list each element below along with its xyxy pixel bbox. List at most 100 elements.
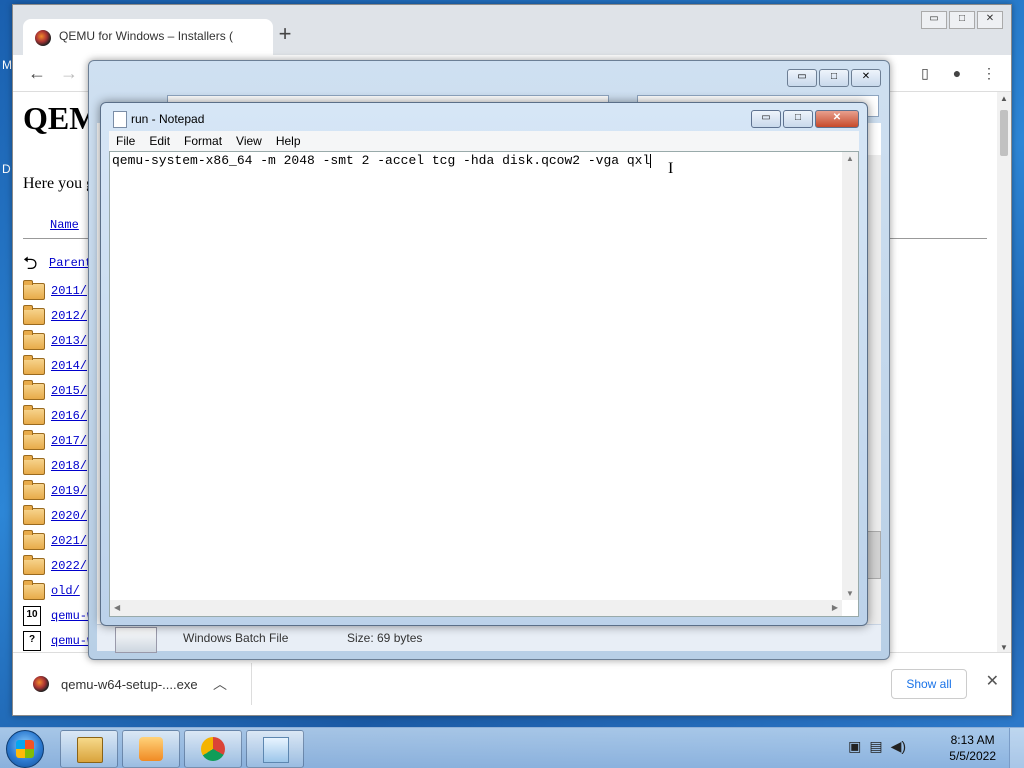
folder-icon	[77, 737, 103, 763]
download-item[interactable]: qemu-w64-setup-....exe ︿	[33, 667, 251, 701]
browser-tab[interactable]: QEMU for Windows – Installers (	[23, 19, 273, 55]
taskbar-explorer[interactable]	[60, 730, 118, 768]
scrollbar-thumb[interactable]	[1000, 110, 1008, 156]
folder-icon	[23, 454, 45, 475]
folder-icon	[23, 279, 45, 300]
chevron-up-icon[interactable]: ︿	[213, 674, 227, 694]
volume-icon[interactable]: ◀)	[891, 738, 906, 755]
profile-avatar-icon[interactable]: ●	[947, 63, 967, 83]
binary-file-icon: 10	[23, 606, 41, 626]
folder-link[interactable]: 2013/	[51, 334, 87, 348]
horizontal-scrollbar[interactable]: ◀ ▶	[110, 600, 842, 616]
close-button[interactable]: ✕	[815, 110, 859, 128]
folder-link[interactable]: 2022/	[51, 559, 87, 573]
menu-file[interactable]: File	[109, 131, 142, 151]
batch-file-icon	[115, 627, 157, 653]
folder-link[interactable]: 2017/	[51, 434, 87, 448]
close-icon[interactable]: ✕	[986, 671, 999, 691]
list-item: 2021/	[23, 529, 87, 552]
desktop-edge-text: D	[2, 162, 11, 176]
folder-link[interactable]: 2012/	[51, 309, 87, 323]
list-item: 2017/	[23, 429, 87, 452]
notepad-icon	[263, 737, 289, 763]
scroll-up-icon[interactable]: ▲	[997, 94, 1011, 106]
minimize-button[interactable]: ▭	[751, 110, 781, 128]
parent-directory-link[interactable]: Parent	[49, 256, 92, 270]
menu-edit[interactable]: Edit	[142, 131, 177, 151]
back-arrow-icon[interactable]: ←	[25, 61, 49, 85]
list-item: 2019/	[23, 479, 87, 502]
minimize-button[interactable]: ▭	[787, 69, 817, 87]
minimize-button[interactable]: ▭	[921, 11, 947, 29]
maximize-button[interactable]: □	[819, 69, 849, 87]
text-editor-area[interactable]: qemu-system-x86_64 -m 2048 -smt 2 -accel…	[109, 151, 859, 617]
scroll-up-icon[interactable]: ▲	[846, 154, 854, 163]
reading-list-icon[interactable]: ▯	[915, 63, 935, 83]
media-player-icon	[139, 737, 163, 761]
folder-link[interactable]: 2019/	[51, 484, 87, 498]
unknown-file-icon: ?	[23, 631, 41, 651]
menu-view[interactable]: View	[229, 131, 269, 151]
vertical-scrollbar[interactable]: ▲ ▼	[842, 152, 858, 600]
folder-link[interactable]: 2016/	[51, 409, 87, 423]
clock-time: 8:13 AM	[950, 733, 995, 747]
start-button[interactable]	[6, 730, 44, 768]
window-controls: ▭ □ ✕	[921, 11, 1003, 29]
show-desktop-button[interactable]	[1009, 728, 1024, 768]
folder-icon	[23, 304, 45, 325]
close-button[interactable]: ✕	[977, 11, 1003, 29]
list-item: 2020/	[23, 504, 87, 527]
list-item: 2014/	[23, 354, 87, 377]
new-tab-button[interactable]: +	[273, 23, 297, 47]
file-type: Windows Batch File	[183, 631, 289, 645]
scroll-down-icon[interactable]: ▼	[846, 589, 854, 598]
folder-link[interactable]: old/	[51, 584, 80, 598]
divider	[251, 663, 252, 705]
page-intro: Here you g	[23, 175, 95, 192]
menu-help[interactable]: Help	[269, 131, 308, 151]
scrollbar-thumb[interactable]	[867, 531, 881, 579]
maximize-button[interactable]: □	[949, 11, 975, 29]
close-button[interactable]: ✕	[851, 69, 881, 87]
taskbar-chrome[interactable]	[184, 730, 242, 768]
menu-kebab-icon[interactable]: ⋮	[979, 63, 999, 83]
list-item: 2013/	[23, 329, 87, 352]
text-caret	[650, 153, 652, 168]
folder-link[interactable]: 2020/	[51, 509, 87, 523]
scroll-left-icon[interactable]: ◀	[114, 603, 120, 612]
list-item: 2016/	[23, 404, 87, 427]
tab-title: QEMU for Windows – Installers (	[59, 29, 234, 43]
list-item: 2018/	[23, 454, 87, 477]
desktop-edge-text: M	[2, 58, 12, 72]
system-tray: ▣ ▤ ◀)	[848, 738, 906, 755]
clock[interactable]: 8:13 AM 5/5/2022	[949, 732, 996, 764]
folder-link[interactable]: 2018/	[51, 459, 87, 473]
maximize-button[interactable]: □	[783, 110, 813, 128]
folder-link[interactable]: 2015/	[51, 384, 87, 398]
menu-format[interactable]: Format	[177, 131, 229, 151]
network-icon[interactable]: ▣	[848, 738, 861, 755]
list-item: old/	[23, 579, 80, 602]
tab-strip: QEMU for Windows – Installers ( + ▭ □ ✕	[13, 5, 1011, 55]
folder-link[interactable]: 2014/	[51, 359, 87, 373]
details-pane: Windows Batch File Size: 69 bytes	[97, 624, 881, 653]
action-center-icon[interactable]: ▤	[869, 738, 882, 755]
qemu-favicon-icon	[33, 676, 49, 692]
folder-link[interactable]: 2021/	[51, 534, 87, 548]
taskbar-media-player[interactable]	[122, 730, 180, 768]
list-item: 2022/	[23, 554, 87, 577]
back-arrow-icon: ⮌	[23, 253, 38, 273]
column-header-name[interactable]: Name	[50, 218, 79, 232]
forward-arrow-icon[interactable]: →	[57, 61, 81, 85]
taskbar-notepad[interactable]	[246, 730, 304, 768]
window-controls: ▭ □ ✕	[787, 69, 881, 87]
scroll-right-icon[interactable]: ▶	[832, 603, 838, 612]
folder-link[interactable]: 2011/	[51, 284, 87, 298]
show-all-button[interactable]: Show all	[891, 669, 967, 699]
page-scrollbar[interactable]: ▲ ▼	[997, 92, 1011, 655]
folder-icon	[23, 379, 45, 400]
window-controls: ▭ □ ✕	[751, 110, 859, 128]
folder-icon	[23, 554, 45, 575]
editor-content[interactable]: qemu-system-x86_64 -m 2048 -smt 2 -accel…	[112, 153, 652, 168]
folder-icon	[23, 404, 45, 425]
